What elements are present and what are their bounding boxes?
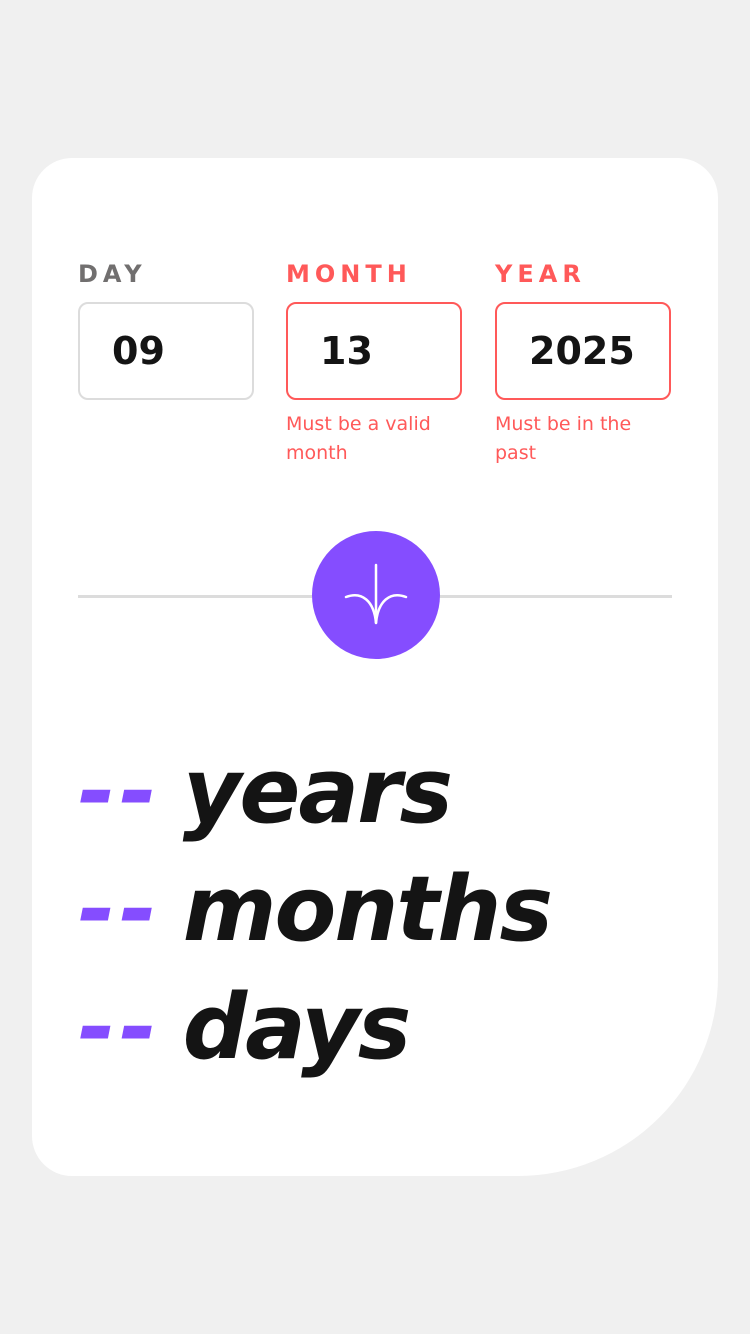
result-days: -- days bbox=[78, 969, 708, 1087]
month-label: MONTH bbox=[286, 260, 412, 288]
month-field: MONTH Must be a valid month bbox=[286, 258, 462, 468]
age-calculator-card: DAY MONTH Must be a valid month YEAR Mus… bbox=[32, 158, 718, 1176]
day-label: DAY bbox=[78, 260, 147, 288]
years-unit: years bbox=[182, 739, 453, 844]
month-error-message: Must be a valid month bbox=[286, 413, 431, 464]
years-value: -- bbox=[78, 739, 161, 844]
month-input[interactable] bbox=[286, 302, 462, 400]
results: -- years -- months -- days bbox=[78, 733, 708, 1087]
months-value: -- bbox=[78, 857, 161, 962]
year-error-message: Must be in the past bbox=[495, 413, 632, 464]
day-input[interactable] bbox=[78, 302, 254, 400]
submit-button[interactable] bbox=[312, 531, 440, 659]
days-unit: days bbox=[182, 975, 412, 1080]
arrow-down-icon bbox=[344, 563, 408, 625]
months-unit: months bbox=[182, 857, 553, 962]
day-field: DAY bbox=[78, 258, 254, 400]
year-field: YEAR Must be in the past bbox=[495, 258, 671, 468]
year-label: YEAR bbox=[495, 260, 586, 288]
result-years: -- years bbox=[78, 733, 708, 851]
year-input[interactable] bbox=[495, 302, 671, 400]
result-months: -- months bbox=[78, 851, 708, 969]
days-value: -- bbox=[78, 975, 161, 1080]
